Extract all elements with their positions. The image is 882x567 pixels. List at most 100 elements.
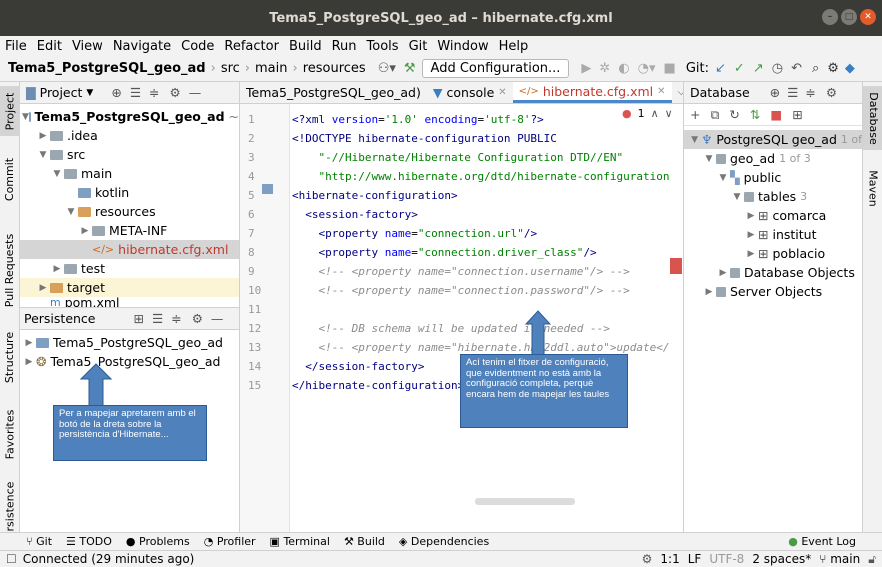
tab-maven[interactable]: Maven bbox=[863, 162, 882, 214]
hide-icon[interactable]: — bbox=[189, 85, 202, 100]
hammer-icon[interactable]: ⚒ bbox=[404, 62, 416, 75]
table-icon[interactable]: ⊞ bbox=[792, 107, 802, 122]
breadcrumb-main[interactable]: main bbox=[255, 61, 287, 76]
db-table-institut[interactable]: ▶ ⊞ institut bbox=[684, 225, 862, 244]
code-content[interactable]: <?xml version='1.0' encoding='utf-8'?> <… bbox=[292, 104, 683, 532]
horizontal-scrollbar[interactable] bbox=[475, 498, 575, 505]
stop-icon[interactable]: ■ bbox=[770, 107, 782, 122]
tab-structure[interactable]: Structure bbox=[0, 322, 20, 392]
error-marker[interactable] bbox=[670, 258, 682, 274]
tool-event-log[interactable]: ● Event Log bbox=[788, 535, 856, 548]
db-table-comarca[interactable]: ▶ ⊞ comarca bbox=[684, 206, 862, 225]
tool-todo[interactable]: ☰ TODO bbox=[66, 535, 112, 548]
tab-favorites[interactable]: Favorites bbox=[0, 402, 20, 467]
gear-icon[interactable]: ⚙ bbox=[827, 62, 839, 75]
coverage-icon[interactable]: ◐ bbox=[618, 62, 629, 75]
breadcrumb-resources[interactable]: resources bbox=[303, 61, 366, 76]
db-tables[interactable]: ▼ tables 3 bbox=[684, 187, 862, 206]
project-panel-title[interactable]: Project bbox=[40, 85, 83, 100]
indent-setting[interactable]: 2 spaces* bbox=[752, 552, 811, 566]
tab-hibernate-cfg[interactable]: </> hibernate.cfg.xml ✕ bbox=[512, 82, 672, 103]
menu-code[interactable]: Code bbox=[181, 39, 214, 54]
tool-terminal[interactable]: ▣ Terminal bbox=[270, 535, 330, 548]
db-table-poblacio[interactable]: ▶ ⊞ poblacio bbox=[684, 244, 862, 263]
persistence-item-hibernate[interactable]: ▶ ❂ Tema5_PostgreSQL_geo_ad bbox=[20, 352, 239, 371]
caret-position[interactable]: 1:1 bbox=[660, 552, 679, 566]
expand-icon[interactable]: ≑ bbox=[805, 85, 815, 100]
menu-navigate[interactable]: Navigate bbox=[113, 39, 171, 54]
tree-item-src[interactable]: ▼ src bbox=[20, 145, 239, 164]
user-icon[interactable]: ⚇▾ bbox=[378, 62, 396, 75]
tool-build[interactable]: ⚒ Build bbox=[344, 535, 385, 548]
tab-console[interactable]: ▼ console ✕ bbox=[427, 82, 513, 103]
tree-item-main[interactable]: ▼ main bbox=[20, 164, 239, 183]
add-icon[interactable]: + bbox=[690, 107, 700, 122]
maximize-icon[interactable]: □ bbox=[841, 9, 857, 25]
menu-edit[interactable]: Edit bbox=[37, 39, 62, 54]
tool-profiler[interactable]: ◔ Profiler bbox=[204, 535, 256, 548]
rollback-icon[interactable]: ↶ bbox=[791, 62, 802, 75]
tab-persistence[interactable]: rsistence bbox=[0, 481, 20, 531]
menu-help[interactable]: Help bbox=[499, 39, 529, 54]
db-geo-ad[interactable]: ▼ geo_ad 1 of 3 bbox=[684, 149, 862, 168]
collapse-icon[interactable]: ☰ bbox=[130, 85, 141, 100]
git-push-icon[interactable]: ↗ bbox=[753, 62, 764, 75]
tab-pull-requests[interactable]: Pull Requests bbox=[0, 230, 20, 310]
profile-icon[interactable]: ◔▾ bbox=[638, 62, 656, 75]
menu-run[interactable]: Run bbox=[332, 39, 357, 54]
menu-file[interactable]: File bbox=[5, 39, 27, 54]
structure-gutter-icon[interactable] bbox=[262, 184, 273, 194]
menu-refactor[interactable]: Refactor bbox=[224, 39, 279, 54]
git-commit-icon[interactable]: ✓ bbox=[734, 62, 745, 75]
debug-icon[interactable]: ✲ bbox=[599, 62, 610, 75]
tree-item-hibernate-cfg[interactable]: </> hibernate.cfg.xml bbox=[20, 240, 239, 259]
tab-project-console[interactable]: Tema5_PostgreSQL_geo_ad) bbox=[240, 82, 427, 103]
minimize-icon[interactable]: – bbox=[822, 9, 838, 25]
close-icon[interactable]: ✕ bbox=[860, 9, 876, 25]
sync-icon[interactable]: ⇅ bbox=[750, 107, 760, 122]
settings-icon[interactable]: ⚙ bbox=[826, 85, 837, 100]
breadcrumb-src[interactable]: src bbox=[221, 61, 240, 76]
breadcrumb-project[interactable]: Tema5_PostgreSQL_geo_ad bbox=[8, 61, 206, 76]
diagram-icon[interactable]: ⊞ bbox=[134, 311, 144, 326]
menu-view[interactable]: View bbox=[72, 39, 103, 54]
jetbrains-icon[interactable]: ◆ bbox=[845, 62, 855, 75]
tree-item-target[interactable]: ▶ target bbox=[20, 278, 239, 297]
tree-item-resources[interactable]: ▼ resources bbox=[20, 202, 239, 221]
settings-icon[interactable]: ⚙ bbox=[170, 85, 181, 100]
status-toggle-icon[interactable]: ☐ bbox=[6, 552, 17, 566]
line-separator[interactable]: LF bbox=[688, 552, 702, 566]
tree-item-meta-inf[interactable]: ▶ META-INF bbox=[20, 221, 239, 240]
tool-problems[interactable]: ● Problems bbox=[126, 535, 190, 548]
search-icon[interactable]: ⌕ bbox=[812, 62, 819, 75]
tab-project[interactable]: Project bbox=[0, 86, 20, 136]
db-database-objects[interactable]: ▶ Database Objects bbox=[684, 263, 862, 282]
hide-icon[interactable]: — bbox=[211, 311, 224, 326]
collapse-icon[interactable]: ☰ bbox=[152, 311, 163, 326]
gear-icon[interactable]: ⚙ bbox=[642, 552, 653, 566]
db-connection[interactable]: ▼ ♆ PostgreSQL geo_ad 1 of bbox=[684, 130, 862, 149]
tree-item-pom[interactable]: m pom.xml bbox=[20, 297, 239, 307]
locate-icon[interactable]: ⊕ bbox=[770, 85, 780, 100]
git-update-icon[interactable]: ↙ bbox=[715, 62, 726, 75]
tree-root[interactable]: ▼ Tema5_PostgreSQL_geo_ad ~ bbox=[20, 107, 239, 126]
run-icon[interactable]: ▶ bbox=[581, 62, 591, 75]
tool-git[interactable]: ⑂ Git bbox=[26, 535, 52, 548]
git-branch[interactable]: ⑂ main bbox=[819, 552, 860, 566]
tab-database[interactable]: Database bbox=[863, 86, 882, 150]
persistence-item-module[interactable]: ▶ Tema5_PostgreSQL_geo_ad bbox=[20, 333, 239, 352]
lock-icon[interactable]: 🔓︎ bbox=[868, 552, 876, 567]
expand-icon[interactable]: ≑ bbox=[149, 85, 159, 100]
add-configuration-button[interactable]: Add Configuration... bbox=[421, 59, 570, 78]
tab-commit[interactable]: Commit bbox=[0, 152, 20, 207]
menu-git[interactable]: Git bbox=[409, 39, 428, 54]
db-server-objects[interactable]: ▶ Server Objects bbox=[684, 282, 862, 301]
tree-item-idea[interactable]: ▶ .idea bbox=[20, 126, 239, 145]
menu-build[interactable]: Build bbox=[289, 39, 322, 54]
close-tab-icon[interactable]: ✕ bbox=[657, 86, 665, 97]
refresh-icon[interactable]: ↻ bbox=[729, 107, 739, 122]
file-encoding[interactable]: UTF-8 bbox=[709, 552, 744, 566]
close-tab-icon[interactable]: ✕ bbox=[498, 87, 506, 98]
tree-item-test[interactable]: ▶ test bbox=[20, 259, 239, 278]
menu-tools[interactable]: Tools bbox=[367, 39, 399, 54]
